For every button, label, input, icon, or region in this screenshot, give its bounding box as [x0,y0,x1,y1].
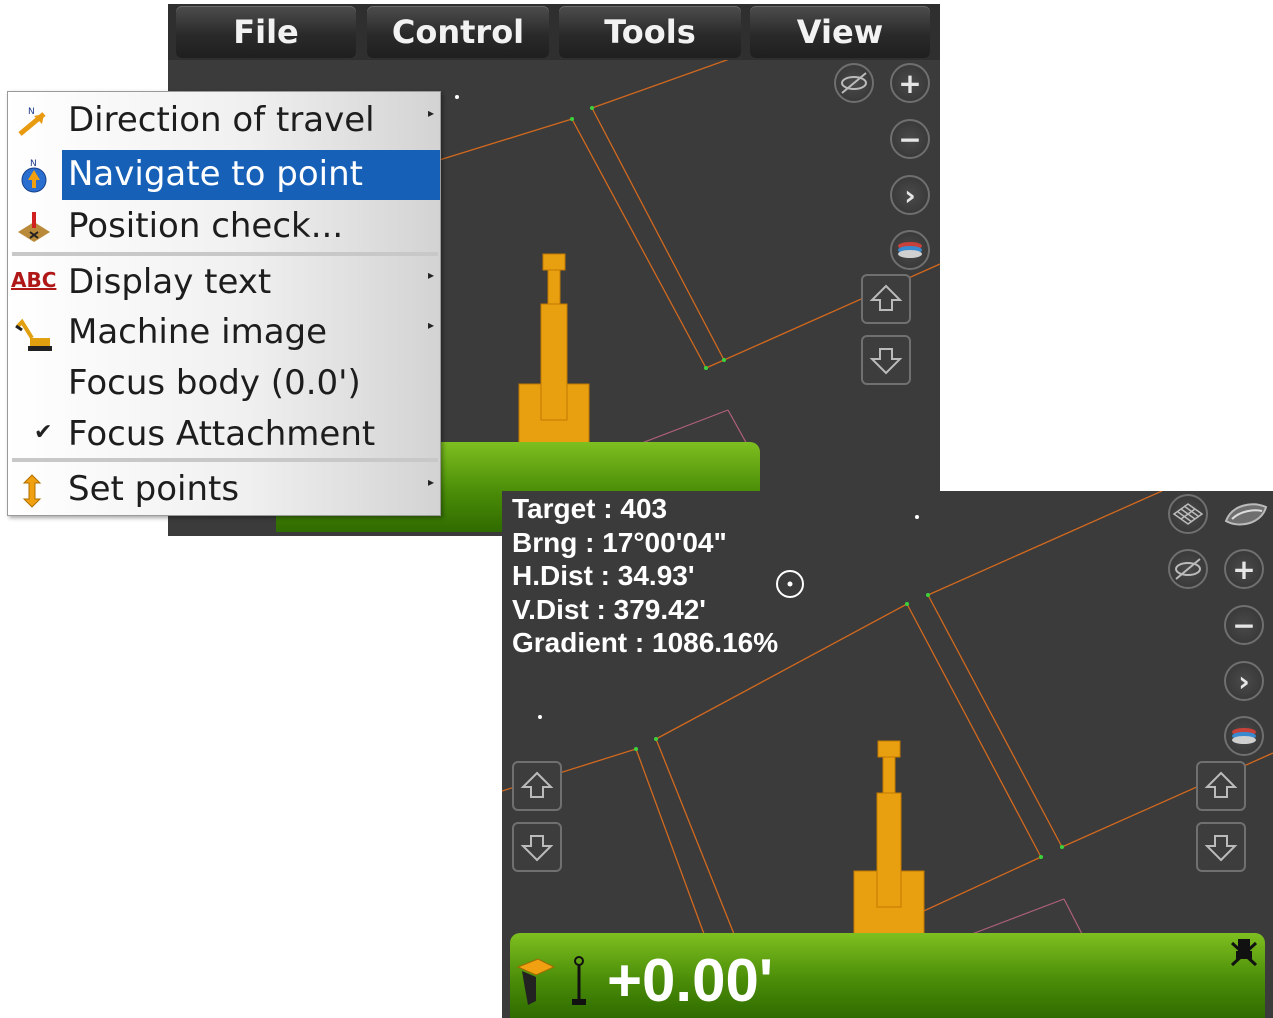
menu-separator [12,458,438,462]
layers-icon[interactable] [890,230,930,270]
submenu-arrow-icon: ▸ [427,318,434,332]
arrow-up-icon [520,771,554,798]
menu-bar: File Control Tools View [168,4,940,60]
menu-item-navigate-to-point[interactable]: N Navigate to point [8,150,440,200]
bearing-label: Brng : 17°00'04" [512,527,727,558]
scroll-up-button[interactable] [861,274,911,324]
menu-item-label: Machine image [68,312,328,352]
next-icon[interactable]: › [890,175,930,215]
menu-item-label: Position check... [68,206,344,246]
satellite-off-icon[interactable] [1168,549,1208,589]
menu-item-label: Focus Attachment [68,414,376,454]
menu-item-label: Direction of travel [68,100,375,140]
menu-item-machine-image[interactable]: Machine image ▸ [8,308,440,358]
control-dropdown-menu: N Direction of travel ▸ N Navigate to po… [7,91,441,516]
satellite-off-icon[interactable] [834,63,874,103]
menu-item-label: Focus body (0.0') [68,363,361,403]
menu-tools[interactable]: Tools [559,6,741,58]
menu-item-label: Set points [68,469,240,509]
zoom-in-icon[interactable]: + [1224,549,1264,589]
menu-item-focus-attachment[interactable]: ✔ Focus Attachment [8,410,440,460]
scroll-down-button[interactable] [861,335,911,385]
gps-antenna-icon [572,956,586,1005]
menu-item-set-points[interactable]: Set points ▸ [8,465,440,515]
zoom-out-icon[interactable]: − [890,119,930,159]
svg-text:N: N [28,107,35,117]
grid-surface-icon[interactable] [1168,494,1208,534]
target-point-icon [776,570,804,598]
navigate-map-view: Target : 403 Brng : 17°00'04" H.Dist : 3… [502,491,1273,1018]
menu-item-direction-of-travel[interactable]: N Direction of travel ▸ [8,96,440,146]
abc-text-icon: ABC [11,268,57,292]
bucket-icon [516,958,556,1005]
layers-icon[interactable] [1224,716,1264,756]
submenu-arrow-icon: ▸ [427,475,434,489]
elevation-value: +0.00' [607,947,774,1014]
target-label: Target : 403 [512,493,668,524]
menu-item-focus-body[interactable]: Focus body (0.0') [8,359,440,409]
radio-link-off-icon[interactable] [1228,937,1260,969]
scroll-up-left-button[interactable] [512,761,562,811]
arrow-up-icon [1204,771,1238,798]
menu-item-position-check[interactable]: Position check... [8,202,440,252]
hdist-label: H.Dist : 34.93' [512,560,695,591]
menu-control[interactable]: Control [367,6,549,58]
cloud-surface-icon[interactable] [1222,495,1270,535]
svg-text:N: N [30,159,37,169]
arrow-down-icon [1204,835,1238,862]
compass-arrow-icon: N [18,107,46,136]
machine-icon [853,740,925,935]
submenu-arrow-icon: ▸ [427,106,434,120]
menu-item-display-text[interactable]: ABC Display text ▸ [8,258,440,308]
set-points-icon [22,474,42,508]
scroll-down-left-button[interactable] [512,822,562,872]
excavator-icon [15,318,52,351]
arrow-down-icon [869,348,903,375]
zoom-out-icon[interactable]: − [1224,605,1264,645]
scroll-down-right-button[interactable] [1196,822,1246,872]
arrow-down-icon [520,835,554,862]
menu-view[interactable]: View [750,6,930,58]
menu-file[interactable]: File [176,6,356,58]
submenu-arrow-icon: ▸ [427,268,434,282]
arrow-up-icon [869,284,903,311]
menu-separator [12,252,438,256]
gradient-label: Gradient : 1086.16% [512,627,779,658]
scroll-up-right-button[interactable] [1196,761,1246,811]
menu-item-label: Display text [68,262,272,302]
zoom-in-icon[interactable]: + [890,63,930,103]
navigate-icon: N [21,159,47,193]
menu-item-label: Navigate to point [68,154,363,194]
vdist-label: V.Dist : 379.42' [512,594,706,625]
next-icon[interactable]: › [1224,661,1264,701]
machine-icon [518,253,590,447]
position-check-icon [18,212,50,242]
